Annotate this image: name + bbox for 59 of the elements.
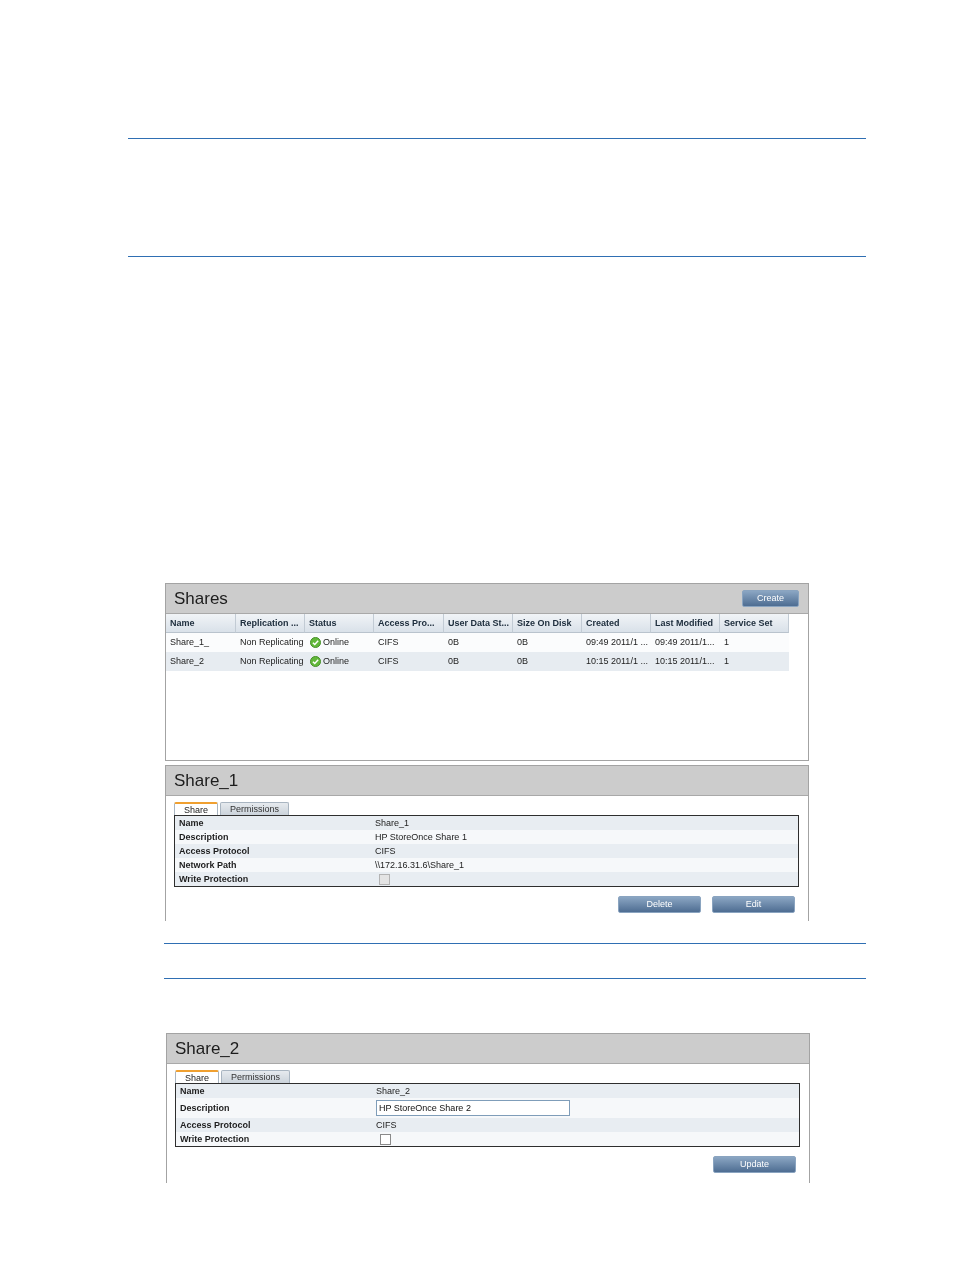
field-value: Share_2 (376, 1086, 412, 1096)
tab[interactable]: Share (175, 1070, 220, 1083)
check-circle-icon (310, 656, 321, 667)
field-label: Name (178, 818, 205, 828)
field-label: Write Protection (179, 1134, 251, 1144)
table-cell-text: 1 (723, 636, 730, 649)
action-button[interactable]: Delete (618, 896, 701, 913)
column-header[interactable]: Status (305, 614, 374, 633)
create-button[interactable]: Create (742, 590, 799, 607)
table-cell-text: Share_2 (169, 655, 206, 668)
table-cell-text: CIFS (377, 655, 400, 668)
table-cell-text: 10:15 2011/1 ... (585, 655, 649, 668)
field-label: Access Protocol (179, 1120, 252, 1130)
text-input[interactable]: HP StoreOnce Share 2 (376, 1100, 570, 1116)
tab[interactable]: Permissions (221, 1070, 291, 1083)
tab[interactable]: Permissions (220, 802, 290, 815)
column-header[interactable]: Access Pro... (374, 614, 444, 633)
field-label: Description (179, 1103, 231, 1113)
table-row[interactable]: Share_1_ Non Replicating Online CIFS 0B 0B 09:49 2011/1 ... 09:49 2011/1... 1 (166, 633, 789, 652)
field-label: Access Protocol (178, 846, 251, 856)
field-label: Description (178, 832, 230, 842)
panel-title: Share_1 (174, 770, 239, 791)
table-cell-text: 1 (723, 655, 730, 668)
column-header[interactable]: Name (166, 614, 236, 633)
field-label: Name (179, 1086, 206, 1096)
column-header[interactable]: Replication ... (236, 614, 305, 633)
column-header[interactable]: User Data St... (444, 614, 513, 633)
table-cell-text: CIFS (377, 636, 400, 649)
check-circle-icon (310, 637, 321, 648)
status-text: Online (323, 655, 349, 668)
table-cell-text: 09:49 2011/1... (654, 636, 716, 649)
table-cell-text: 0B (447, 655, 460, 668)
table-cell-text: Non Replicating (239, 636, 305, 649)
field-value: CIFS (375, 846, 397, 856)
table-cell-text: 0B (516, 655, 529, 668)
table-cell-text: 0B (447, 636, 460, 649)
tab[interactable]: Share (174, 802, 219, 815)
table-row[interactable]: Share_2 Non Replicating Online CIFS 0B 0B 10:15 2011/1 ... 10:15 2011/1... 1 (166, 652, 789, 671)
column-header[interactable]: Size On Disk (513, 614, 582, 633)
panel-title: Shares (174, 588, 228, 609)
action-button[interactable]: Edit (712, 896, 795, 913)
field-label: Write Protection (178, 874, 250, 884)
panel-title: Share_2 (175, 1038, 240, 1059)
table-cell-text: Share_1_ (169, 636, 211, 649)
column-header[interactable]: Last Modified (651, 614, 720, 633)
column-header[interactable]: Service Set (720, 614, 789, 633)
status-text: Online (323, 636, 349, 649)
table-cell-text: 0B (516, 636, 529, 649)
field-value: Share_1 (375, 818, 411, 828)
field-value: HP StoreOnce Share 1 (375, 832, 468, 842)
action-button[interactable]: Update (713, 1156, 796, 1173)
field-label: Network Path (178, 860, 238, 870)
table-cell-text: 10:15 2011/1... (654, 655, 716, 668)
field-value: CIFS (376, 1120, 398, 1130)
checkbox[interactable] (380, 1133, 391, 1145)
column-header[interactable]: Created (582, 614, 651, 633)
field-value: \\172.16.31.6\Share_1 (375, 860, 466, 870)
table-cell-text: Non Replicating (239, 655, 305, 668)
table-cell-text: 09:49 2011/1 ... (585, 636, 649, 649)
